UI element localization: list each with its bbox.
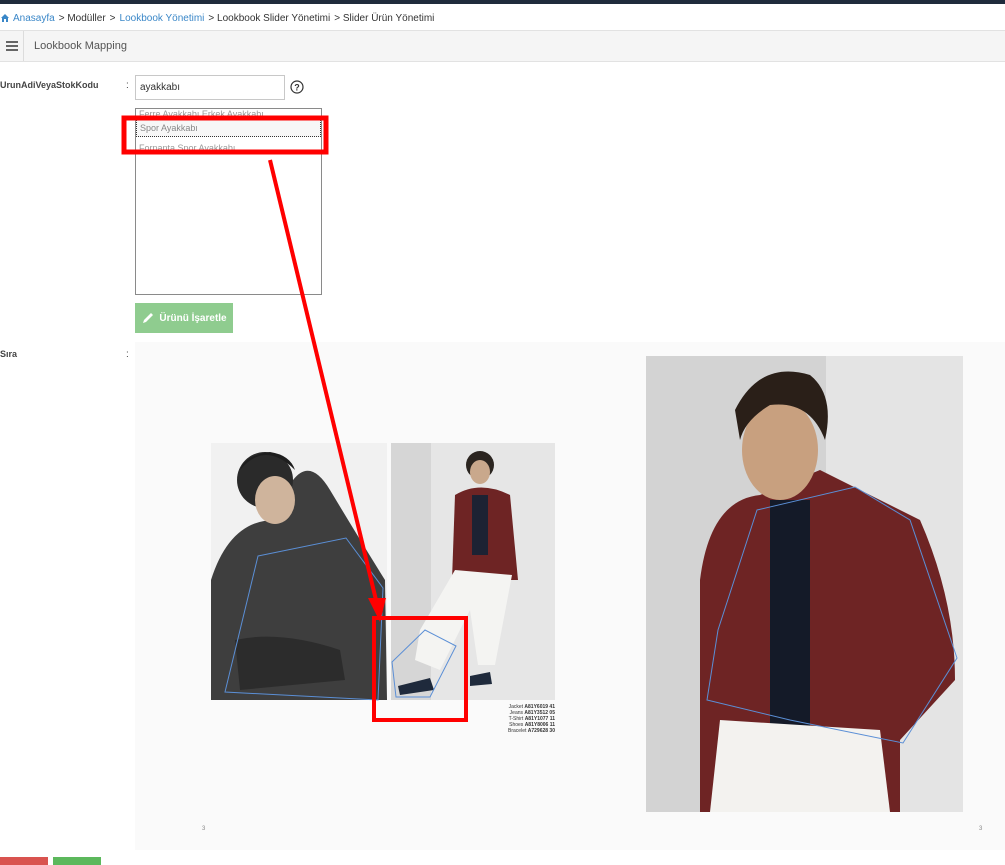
cancel-button[interactable] <box>0 857 48 865</box>
page-number-left: 3 <box>202 826 206 832</box>
lookbook-middle-photo <box>391 443 555 700</box>
lookbook-canvas <box>121 115 963 812</box>
lookbook-left-photo <box>211 443 387 701</box>
save-button[interactable] <box>53 857 101 865</box>
stock-code-label: Bracelet <box>508 728 527 734</box>
page-number-right: 3 <box>979 826 983 832</box>
lookbook-right-photo <box>646 356 963 812</box>
stock-code-list: Jacket A81Y6019 41 Jeans A81Y3512 05 T-S… <box>470 704 555 734</box>
stock-code-value: A729628 30 <box>527 728 555 734</box>
stock-code-row: Bracelet A729628 30 <box>470 728 555 734</box>
